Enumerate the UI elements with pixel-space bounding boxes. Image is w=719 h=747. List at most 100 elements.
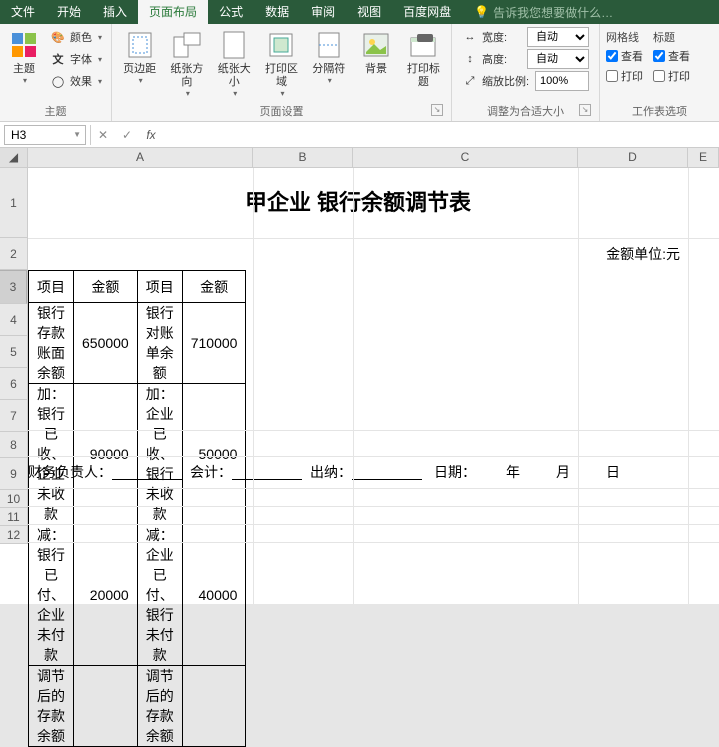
breaks-button[interactable]: 分隔符 bbox=[307, 27, 350, 87]
tab-baidu[interactable]: 百度网盘 bbox=[392, 0, 462, 24]
cell-unit[interactable]: 金额单位:元 bbox=[28, 238, 688, 270]
cell-r3c2[interactable]: 20000 bbox=[74, 525, 138, 666]
cell-r4c4[interactable] bbox=[182, 666, 246, 747]
ribbon: 主题 🎨颜色 文字体 ◯效果 主题 页边距 纸张方向 纸张大小 打印区域 分隔符… bbox=[0, 24, 719, 122]
col-B[interactable]: B bbox=[253, 148, 353, 167]
sig-acct-line bbox=[232, 464, 302, 480]
cell-r3c4[interactable]: 40000 bbox=[182, 525, 246, 666]
size-icon bbox=[218, 29, 250, 61]
cancel-button[interactable]: ✕ bbox=[91, 123, 115, 147]
width-select[interactable]: 自动 bbox=[527, 27, 589, 47]
cell-title[interactable]: 甲企业 银行余额调节表 bbox=[28, 168, 688, 238]
row-4[interactable]: 4 bbox=[0, 304, 27, 336]
sig-resp-label: 财务负责人： bbox=[28, 462, 112, 482]
th-item1[interactable]: 项目 bbox=[29, 271, 74, 303]
scale-launcher[interactable]: ↘ bbox=[579, 104, 591, 116]
th-amt2[interactable]: 金额 bbox=[182, 271, 246, 303]
row-1[interactable]: 1 bbox=[0, 168, 27, 238]
cell-r2c2[interactable]: 90000 bbox=[74, 384, 138, 525]
col-D[interactable]: D bbox=[578, 148, 688, 167]
col-C[interactable]: C bbox=[353, 148, 578, 167]
cell-r1c3[interactable]: 银行对账单余额 bbox=[137, 303, 182, 384]
formula-bar: H3▼ ✕ ✓ fx bbox=[0, 122, 719, 148]
scale-input[interactable] bbox=[535, 71, 589, 91]
grid-h11 bbox=[28, 524, 719, 525]
height-select[interactable]: 自动 bbox=[527, 49, 589, 69]
themes-button[interactable]: 主题 bbox=[6, 27, 42, 87]
row-8[interactable]: 8 bbox=[0, 432, 27, 458]
cell-r3c3[interactable]: 减：企业已付、银行未付款 bbox=[137, 525, 182, 666]
cell-r1c2[interactable]: 650000 bbox=[74, 303, 138, 384]
name-box[interactable]: H3▼ bbox=[4, 125, 86, 145]
row-11[interactable]: 11 bbox=[0, 508, 27, 526]
effects-button[interactable]: ◯效果 bbox=[46, 71, 106, 91]
cell-r2c1[interactable]: 加：银行已收、企业未收款 bbox=[29, 384, 74, 525]
row-7[interactable]: 7 bbox=[0, 400, 27, 432]
tab-layout[interactable]: 页面布局 bbox=[138, 0, 208, 24]
fonts-button[interactable]: 文字体 bbox=[46, 49, 106, 69]
row-5[interactable]: 5 bbox=[0, 336, 27, 368]
titles-button[interactable]: 打印标题 bbox=[402, 27, 445, 91]
signature-row[interactable]: 财务负责人： 会计： 出纳： 日期： 年 月 日 bbox=[28, 456, 688, 488]
margins-button[interactable]: 页边距 bbox=[118, 27, 161, 87]
sig-year: 年 bbox=[506, 462, 520, 482]
row-headers: 1 2 3 4 5 6 7 8 9 10 11 12 bbox=[0, 168, 28, 544]
row-6[interactable]: 6 bbox=[0, 368, 27, 400]
row-12[interactable]: 12 bbox=[0, 526, 27, 544]
area-button[interactable]: 打印区域 bbox=[260, 27, 303, 100]
col-E[interactable]: E bbox=[688, 148, 719, 167]
cell-r3c1[interactable]: 减：银行已付、企业未付款 bbox=[29, 525, 74, 666]
orient-button[interactable]: 纸张方向 bbox=[165, 27, 208, 100]
th-amt1[interactable]: 金额 bbox=[74, 271, 138, 303]
row-2[interactable]: 2 bbox=[0, 238, 27, 270]
pagesetup-launcher[interactable]: ↘ bbox=[431, 104, 443, 116]
tab-insert[interactable]: 插入 bbox=[92, 0, 138, 24]
select-all-corner[interactable]: ◢ bbox=[0, 148, 28, 167]
tell-me[interactable]: 💡告诉我您想要做什么… bbox=[474, 4, 613, 21]
row-10[interactable]: 10 bbox=[0, 490, 27, 508]
sig-resp-line bbox=[112, 464, 182, 480]
namebox-dropdown-icon[interactable]: ▼ bbox=[69, 130, 85, 139]
group-pagesetup: 页边距 纸张方向 纸张大小 打印区域 分隔符 背景 打印标题 页面设置↘ bbox=[112, 24, 452, 121]
fx-button[interactable]: fx bbox=[139, 123, 163, 147]
cell-r4c2[interactable] bbox=[74, 666, 138, 747]
tab-file[interactable]: 文件 bbox=[0, 0, 46, 24]
col-A[interactable]: A bbox=[28, 148, 253, 167]
fonts-icon: 文 bbox=[50, 51, 66, 67]
tab-data[interactable]: 数据 bbox=[254, 0, 300, 24]
grid-print-check[interactable]: 打印 bbox=[606, 67, 643, 85]
grid-view-check[interactable]: 查看 bbox=[606, 47, 643, 65]
colors-button[interactable]: 🎨颜色 bbox=[46, 27, 106, 47]
cell-r4c3[interactable]: 调节后的存款余额 bbox=[137, 666, 182, 747]
group-label-sheetopts: 工作表选项 bbox=[632, 106, 687, 118]
enter-button[interactable]: ✓ bbox=[115, 123, 139, 147]
cell-r2c3[interactable]: 加：企业已收、银行未收款 bbox=[137, 384, 182, 525]
breaks-icon bbox=[313, 29, 345, 61]
row-9[interactable]: 9 bbox=[0, 458, 27, 490]
tab-home[interactable]: 开始 bbox=[46, 0, 92, 24]
grid-h8 bbox=[28, 456, 719, 457]
formula-input[interactable] bbox=[163, 125, 719, 145]
colors-icon: 🎨 bbox=[50, 29, 66, 45]
tab-review[interactable]: 审阅 bbox=[300, 0, 346, 24]
row-3[interactable]: 3 bbox=[0, 270, 27, 304]
grid-h7 bbox=[28, 430, 719, 431]
tab-view[interactable]: 视图 bbox=[346, 0, 392, 24]
sig-acct-label: 会计： bbox=[190, 462, 232, 482]
bg-button[interactable]: 背景 bbox=[354, 27, 397, 78]
tab-formula[interactable]: 公式 bbox=[208, 0, 254, 24]
sig-cashier-line bbox=[352, 464, 422, 480]
cell-r2c4[interactable]: 50000 bbox=[182, 384, 246, 525]
margins-icon bbox=[124, 29, 156, 61]
cell-r1c1[interactable]: 银行存款账面余额 bbox=[29, 303, 74, 384]
size-button[interactable]: 纸张大小 bbox=[213, 27, 256, 100]
cell-r1c4[interactable]: 710000 bbox=[182, 303, 246, 384]
grid-h1 bbox=[28, 238, 719, 239]
spreadsheet[interactable]: ◢ A B C D E 1 2 3 4 5 6 7 8 9 10 11 12 甲… bbox=[0, 148, 719, 604]
head-view-check[interactable]: 查看 bbox=[653, 47, 690, 65]
area-icon bbox=[265, 29, 297, 61]
width-icon: ↔ bbox=[462, 29, 478, 45]
th-item2[interactable]: 项目 bbox=[137, 271, 182, 303]
head-print-check[interactable]: 打印 bbox=[653, 67, 690, 85]
cell-r4c1[interactable]: 调节后的存款余额 bbox=[29, 666, 74, 747]
